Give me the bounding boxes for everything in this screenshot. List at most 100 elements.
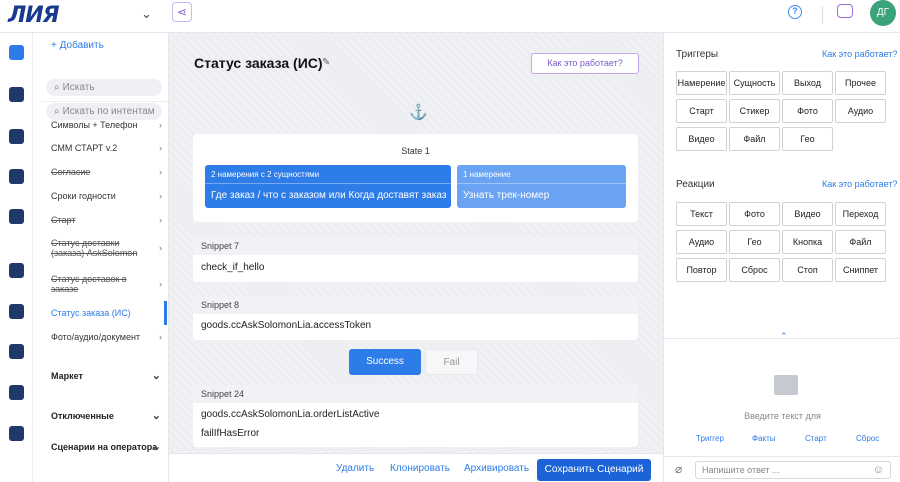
trigger-tile[interactable]: Аудио xyxy=(835,99,886,123)
reaction-tile[interactable]: Гео xyxy=(729,230,780,254)
reaction-tile[interactable]: Стоп xyxy=(782,258,833,282)
trigger-tile[interactable]: Старт xyxy=(676,99,727,123)
page-title: Статус заказа (ИС) xyxy=(194,55,323,71)
sidebar-item[interactable]: СММ СТАРТ v.2 › xyxy=(51,143,168,153)
intent-block[interactable]: 2 намерения с 2 сущностями Где заказ / ч… xyxy=(205,165,451,208)
triggers-help-link[interactable]: Как это работает? xyxy=(822,49,897,59)
trigger-tile[interactable]: Видео xyxy=(676,127,727,151)
archive-button[interactable]: Архивировать xyxy=(464,463,529,474)
trigger-tile[interactable]: Намерение xyxy=(676,71,727,95)
app-logo[interactable]: ЛИЯ xyxy=(8,3,60,28)
chat-icon[interactable] xyxy=(837,4,853,18)
sidebar-item[interactable]: Статус доставки (заказа) AskSolomon › xyxy=(51,238,162,258)
section-market[interactable]: Маркет ⌄ xyxy=(51,370,161,382)
success-button[interactable]: Success xyxy=(349,349,421,375)
state-card[interactable]: State 1 2 намерения с 2 сущностями Где з… xyxy=(193,134,638,222)
bot-icon[interactable] xyxy=(9,87,24,102)
sidebar-item[interactable]: Статус доставок в заказе › xyxy=(51,274,162,294)
tab-reset[interactable]: Сброс xyxy=(856,434,879,443)
reaction-tile[interactable]: Файл xyxy=(835,230,886,254)
flow-icon[interactable] xyxy=(9,304,24,319)
chevron-right-icon: › xyxy=(159,120,162,130)
sidebar-item[interactable]: Сроки годности › xyxy=(51,191,168,201)
reaction-tile[interactable]: Сброс xyxy=(729,258,780,282)
fail-button[interactable]: Fail xyxy=(425,349,478,375)
search-icon: ⌕ xyxy=(54,106,60,117)
reply-placeholder: Напишите ответ ... xyxy=(702,465,780,475)
trigger-tile[interactable]: Прочее xyxy=(835,71,886,95)
share-icon[interactable]: ⋖ xyxy=(172,2,192,22)
reaction-tile[interactable]: Кнопка xyxy=(782,230,833,254)
search-placeholder: Искать xyxy=(62,82,95,93)
trigger-tile[interactable]: Стикер xyxy=(729,99,780,123)
trigger-tile[interactable]: Сущность xyxy=(729,71,780,95)
translate-icon[interactable] xyxy=(9,169,24,184)
intent-search-input[interactable]: ⌕ Искать по интентам xyxy=(46,103,162,120)
snippet-card[interactable]: Snippet 24 goods.ccAskSolomonLia.orderLi… xyxy=(193,385,638,447)
divider xyxy=(41,101,168,102)
action-bar: Удалить Клонировать Архивировать Сохрани… xyxy=(169,453,663,482)
chevron-down-icon[interactable]: ⌄ xyxy=(141,6,152,22)
delete-button[interactable]: Удалить xyxy=(336,463,374,474)
intent-text: Где заказ / что с заказом или Когда дост… xyxy=(211,190,447,201)
sidebar-item-label: Сроки годности xyxy=(51,191,116,201)
top-bar: ЛИЯ ⌄ ⋖ ? ДГ xyxy=(0,0,900,33)
chart-icon[interactable] xyxy=(9,426,24,441)
sidebar-item[interactable]: Старт › xyxy=(51,215,168,225)
intent-block[interactable]: 1 намерение Узнать трек-номер xyxy=(457,165,626,208)
save-button[interactable]: Сохранить Сценарий xyxy=(537,459,651,481)
sidebar-item-active[interactable]: Статус заказа (ИС) xyxy=(51,308,168,318)
reaction-tile[interactable]: Сниппет xyxy=(835,258,886,282)
chevron-right-icon: › xyxy=(159,332,162,342)
avatar[interactable]: ДГ xyxy=(870,0,896,26)
trigger-tile[interactable]: Фото xyxy=(782,99,833,123)
emoji-icon[interactable]: ☺ xyxy=(873,462,884,478)
reply-input[interactable]: Напишите ответ ... ☺ xyxy=(695,461,891,479)
trigger-tile[interactable]: Гео xyxy=(782,127,833,151)
pencil-icon[interactable]: ✎ xyxy=(322,57,330,68)
chevron-up-icon[interactable]: ⌃ xyxy=(780,331,788,342)
snippet-card[interactable]: Snippet 8 goods.ccAskSolomonLia.accessTo… xyxy=(193,296,638,340)
snippet-card[interactable]: Snippet 7 check_if_hello xyxy=(193,237,638,282)
reactions-title: Реакции xyxy=(676,179,715,190)
reaction-tile[interactable]: Аудио xyxy=(676,230,727,254)
sidebar-item-label: Согласие xyxy=(51,167,91,177)
reaction-tile[interactable]: Видео xyxy=(782,202,833,226)
paperclip-icon[interactable]: ⌀ xyxy=(675,462,682,476)
sidebar-item[interactable]: Символы + Телефон › xyxy=(51,120,168,130)
reaction-tile[interactable]: Повтор xyxy=(676,258,727,282)
sidebar-item[interactable]: Согласие › xyxy=(51,167,168,177)
add-button[interactable]: + Добавить xyxy=(51,40,104,51)
hierarchy-icon[interactable] xyxy=(9,344,24,359)
messages-icon[interactable] xyxy=(9,263,24,278)
snippet-line: goods.ccAskSolomonLia.orderListActive xyxy=(201,409,380,420)
sidebar-item-label: Символы + Телефон xyxy=(51,120,138,130)
clone-button[interactable]: Клонировать xyxy=(390,463,450,474)
chevron-right-icon: › xyxy=(159,191,162,201)
section-label: Отключенные xyxy=(51,411,114,421)
trigger-tile[interactable]: Файл xyxy=(729,127,780,151)
help-icon[interactable]: ? xyxy=(788,5,802,19)
tab-start[interactable]: Старт xyxy=(805,434,827,443)
reaction-tile[interactable]: Переход xyxy=(835,202,886,226)
how-it-works-button[interactable]: Как это работает? xyxy=(531,53,639,74)
gear-icon[interactable] xyxy=(9,385,24,400)
snippet-line: failIfHasError xyxy=(201,428,260,439)
anchor-icon[interactable]: ⚓ xyxy=(409,103,428,121)
trigger-tile[interactable]: Выход xyxy=(782,71,833,95)
snippet-header: Snippet 7 xyxy=(193,237,638,255)
intent-text: Узнать трек-номер xyxy=(463,190,550,201)
tab-trigger[interactable]: Триггер xyxy=(696,434,724,443)
reactions-help-link[interactable]: Как это работает? xyxy=(822,179,897,189)
sidebar-item[interactable]: Фото/аудио/документ › xyxy=(51,332,168,342)
section-operator[interactable]: Сценарии на оператора ⌄ xyxy=(51,441,161,453)
tab-facts[interactable]: Факты xyxy=(752,434,776,443)
code-icon[interactable] xyxy=(9,129,24,144)
state-label: State 1 xyxy=(401,146,430,156)
section-disabled[interactable]: Отключенные ⌄ xyxy=(51,410,161,422)
scenario-icon[interactable] xyxy=(9,45,24,60)
variables-icon[interactable] xyxy=(9,209,24,224)
reaction-tile[interactable]: Фото xyxy=(729,202,780,226)
reaction-tile[interactable]: Текст xyxy=(676,202,727,226)
search-input[interactable]: ⌕ Искать xyxy=(46,79,162,96)
